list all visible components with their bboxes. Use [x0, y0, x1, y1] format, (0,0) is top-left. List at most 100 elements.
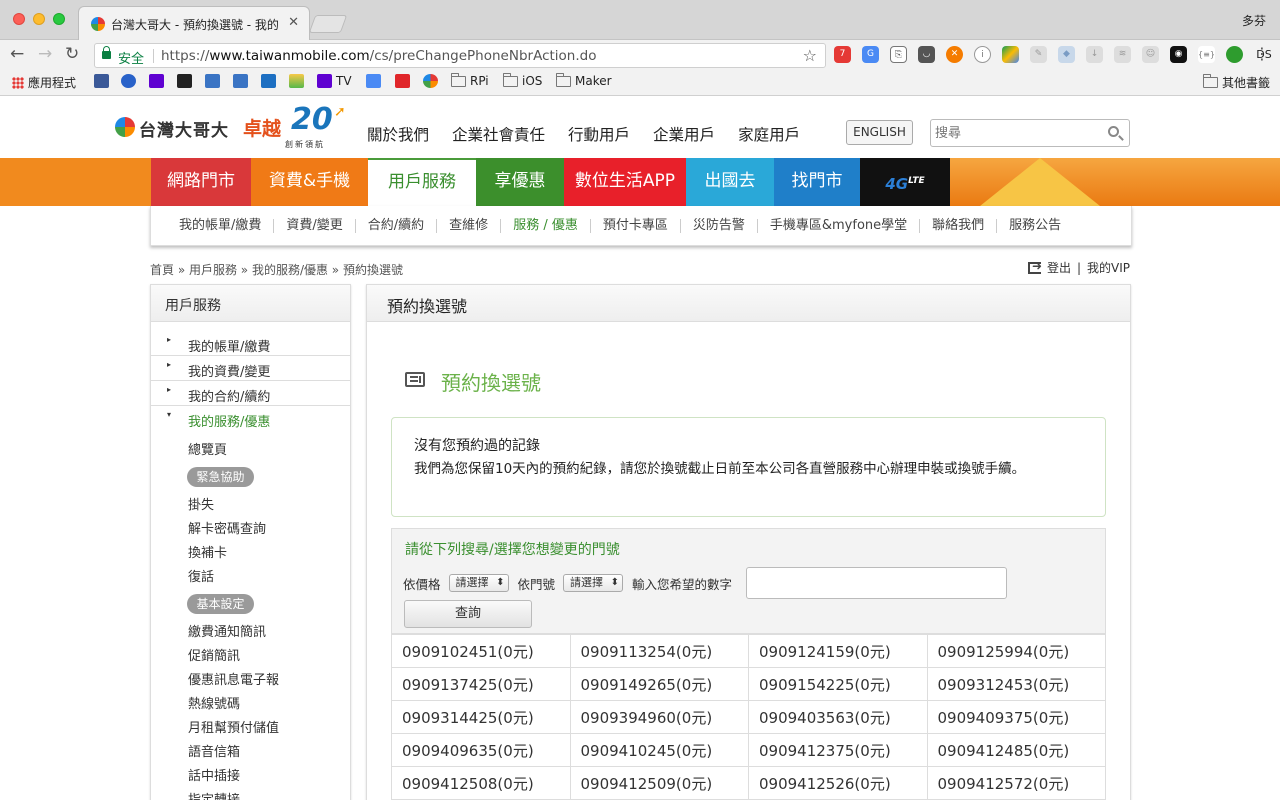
cat-online-store[interactable]: 網路門市	[151, 158, 251, 206]
phone-number-cell[interactable]: 0909124159(0元)	[748, 634, 928, 668]
forward-arrow-icon[interactable]: →	[38, 44, 52, 64]
subnav-services[interactable]: 服務 / 優惠	[501, 218, 591, 233]
sidebar-sub-promo-sms[interactable]: 促銷簡訊	[188, 645, 240, 664]
subnav-disaster-alert[interactable]: 災防告警	[681, 218, 758, 233]
number-select[interactable]: 請選擇	[563, 574, 624, 592]
sidebar-sub-call-forward[interactable]: 指定轉接	[188, 789, 240, 800]
pocket-extension-icon[interactable]: ◡	[918, 46, 935, 63]
phone-number-cell[interactable]: 0909409635(0元)	[391, 733, 571, 767]
logout-icon[interactable]	[1027, 259, 1042, 274]
sidebar-sub-hotline[interactable]: 熱線號碼	[188, 693, 240, 712]
extension-red-icon[interactable]: 7	[834, 46, 851, 63]
bookmark-apps[interactable]: 應用程式	[12, 74, 76, 91]
bookmark-mail-1[interactable]	[205, 74, 220, 88]
sidebar-sub-payment-sms[interactable]: 繳費通知簡訊	[188, 621, 266, 640]
sidebar-item-plan[interactable]: ▸ 我的資費/變更	[151, 356, 350, 381]
sidebar-sub-restore[interactable]: 復話	[188, 566, 214, 585]
cat-4g-lte[interactable]: 4GLTE	[860, 158, 950, 206]
site-search-input[interactable]	[935, 123, 1095, 143]
sidebar-sub-topup[interactable]: 月租幫預付儲值	[188, 717, 279, 736]
english-button[interactable]: ENGLISH	[846, 120, 913, 145]
window-maximize-button[interactable]	[53, 13, 65, 25]
subnav-announcements[interactable]: 服務公告	[997, 218, 1073, 233]
browser-tab[interactable]: 台灣大哥大 - 預約換選號 - 我的 ✕	[78, 6, 310, 41]
other-bookmarks[interactable]: 其他書籤	[1202, 74, 1270, 91]
bookmark-facebook[interactable]	[94, 74, 109, 88]
tab-close-icon[interactable]: ✕	[288, 15, 299, 30]
clipboard-extension-icon[interactable]: ⎘	[890, 46, 907, 63]
phone-number-cell[interactable]: 0909412526(0元)	[748, 766, 928, 800]
sidebar-sub-call-waiting[interactable]: 話中插接	[188, 765, 240, 784]
json-extension-icon[interactable]: {≡}	[1198, 46, 1215, 63]
phone-number-cell[interactable]: 0909314425(0元)	[391, 700, 571, 734]
subnav-contract[interactable]: 合約/續約	[356, 218, 438, 233]
cat-digital-apps[interactable]: 數位生活APP	[564, 158, 686, 206]
url-text[interactable]: https://www.taiwanmobile.com/cs/preChang…	[161, 48, 596, 64]
sidebar-sub-voicemail[interactable]: 語音信箱	[188, 741, 240, 760]
breadcrumb[interactable]: 首頁 » 用戶服務 » 我的服務/優惠 » 預約換選號	[150, 261, 403, 278]
rss-extension-icon[interactable]: ≋	[1114, 46, 1131, 63]
profile-name[interactable]: 多芬	[1242, 12, 1266, 29]
bookmark-bbc[interactable]	[177, 74, 192, 88]
phone-number-cell[interactable]: 0909394960(0元)	[569, 700, 749, 734]
bookmark-yahoo-tv[interactable]: TV	[317, 74, 352, 88]
bookmark-folder-maker[interactable]: Maker	[555, 72, 612, 88]
bookmark-mail-2[interactable]	[233, 74, 248, 88]
ninja-extension-icon[interactable]: ◉	[1170, 46, 1187, 63]
bookmark-seven[interactable]	[261, 74, 276, 88]
phone-number-cell[interactable]: 0909412375(0元)	[748, 733, 928, 767]
sidebar-sub-newsletter[interactable]: 優惠訊息電子報	[188, 669, 279, 688]
bookmark-folder-rpi[interactable]: RPi	[450, 72, 489, 88]
query-button[interactable]: 查詢	[404, 600, 532, 628]
browser-menu-icon[interactable]: ⋮	[1254, 45, 1270, 63]
phone-number-cell[interactable]: 0909412508(0元)	[391, 766, 571, 800]
reload-icon[interactable]: ↻	[65, 44, 79, 64]
search-icon[interactable]	[1108, 126, 1119, 137]
phone-number-cell[interactable]: 0909125994(0元)	[926, 634, 1106, 668]
subnav-prepaid[interactable]: 預付卡專區	[591, 218, 681, 233]
bookmark-translate[interactable]	[366, 74, 381, 88]
phone-number-cell[interactable]: 0909410245(0元)	[569, 733, 749, 767]
subnav-contact[interactable]: 聯絡我們	[920, 218, 998, 233]
sidebar-item-services[interactable]: ▾ 我的服務/優惠	[151, 406, 350, 431]
subnav-plan[interactable]: 資費/變更	[274, 218, 356, 233]
cat-plans-phones[interactable]: 資費&手機	[251, 158, 368, 206]
dropbox-extension-icon[interactable]: ◆	[1058, 46, 1075, 63]
sidebar-sub-lost[interactable]: 掛失	[188, 494, 214, 513]
phone-number-cell[interactable]: 0909312453(0元)	[926, 667, 1106, 701]
bookmark-yahoo[interactable]	[149, 74, 164, 88]
window-minimize-button[interactable]	[33, 13, 45, 25]
subnav-phones[interactable]: 手機專區&myfone學堂	[758, 218, 921, 233]
subnav-bill[interactable]: 我的帳單/繳費	[167, 218, 275, 233]
phone-number-cell[interactable]: 0909409375(0元)	[926, 700, 1106, 734]
drive-extension-icon[interactable]	[1002, 46, 1019, 63]
subnav-repair[interactable]: 查維修	[437, 218, 502, 233]
bookmark-w[interactable]	[289, 74, 304, 88]
back-arrow-icon[interactable]: ←	[10, 44, 24, 64]
sidebar-item-bill[interactable]: ▸ 我的帳單/繳費	[151, 331, 350, 356]
info-extension-icon[interactable]: i	[974, 46, 991, 63]
phone-number-cell[interactable]: 0909403563(0元)	[748, 700, 928, 734]
digits-input[interactable]	[746, 567, 1008, 599]
nav-enterprise[interactable]: 企業用戶	[653, 123, 715, 145]
nav-home-users[interactable]: 家庭用戶	[738, 123, 800, 145]
nav-mobile-users[interactable]: 行動用戶	[568, 123, 630, 145]
logout-link[interactable]: 登出	[1047, 259, 1071, 276]
phone-number-cell[interactable]: 0909412485(0元)	[926, 733, 1106, 767]
sidebar-sub-replace-sim[interactable]: 換補卡	[188, 542, 227, 561]
cat-find-store[interactable]: 找門市	[774, 158, 860, 206]
bookmark-ball[interactable]	[423, 74, 438, 88]
phone-number-cell[interactable]: 0909412572(0元)	[926, 766, 1106, 800]
bookmark-folder-ios[interactable]: iOS	[502, 72, 542, 88]
nav-about[interactable]: 關於我們	[367, 123, 429, 145]
bookmark-red[interactable]	[395, 74, 410, 88]
download-extension-icon[interactable]: ↓	[1086, 46, 1103, 63]
orange-extension-icon[interactable]: ✕	[946, 46, 963, 63]
translate-extension-icon[interactable]: G	[862, 46, 879, 63]
cat-travel[interactable]: 出國去	[686, 158, 774, 206]
cat-offers[interactable]: 享優惠	[476, 158, 564, 206]
feather-extension-icon[interactable]: ✎	[1030, 46, 1047, 63]
bookmark-star-icon[interactable]: ☆	[803, 46, 817, 65]
person-extension-icon[interactable]: ☺	[1142, 46, 1159, 63]
bookmark-chat[interactable]	[121, 74, 136, 88]
